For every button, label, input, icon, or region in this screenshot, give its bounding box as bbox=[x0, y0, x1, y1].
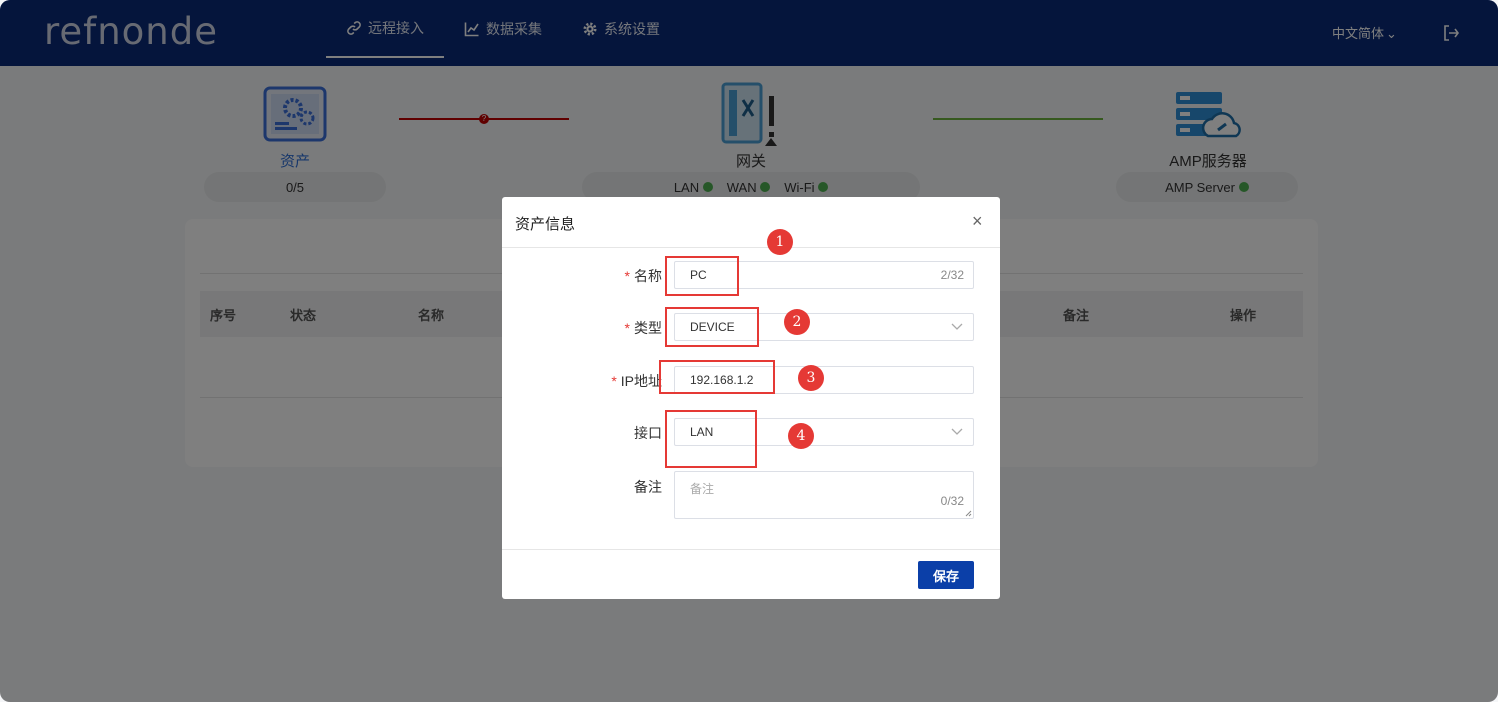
required-mark: * bbox=[611, 373, 617, 389]
note-textarea[interactable]: 备注 0/32 bbox=[674, 471, 974, 519]
chevron-down-icon bbox=[951, 428, 963, 435]
annotation-box-name bbox=[665, 256, 739, 296]
label-text: 名称 bbox=[634, 268, 662, 284]
resize-handle-icon[interactable] bbox=[964, 509, 972, 517]
close-icon[interactable]: × bbox=[972, 211, 983, 232]
char-counter: 0/32 bbox=[940, 494, 964, 508]
label-text: 备注 bbox=[634, 479, 662, 495]
chevron-down-icon bbox=[951, 323, 963, 330]
save-button[interactable]: 保存 bbox=[918, 561, 974, 589]
divider bbox=[502, 247, 1000, 248]
annotation-box-type bbox=[665, 307, 759, 347]
annotation-number: 4 bbox=[788, 423, 814, 449]
label-text: IP地址 bbox=[620, 373, 662, 389]
type-label: * 类型 bbox=[502, 318, 662, 338]
annotation-number: 3 bbox=[798, 365, 824, 391]
required-mark: * bbox=[624, 320, 630, 336]
name-label: * 名称 bbox=[502, 266, 662, 286]
annotation-number: 1 bbox=[767, 229, 793, 255]
iface-label: 接口 bbox=[502, 423, 662, 443]
label-text: 类型 bbox=[634, 320, 662, 336]
ip-label: * IP地址 bbox=[502, 371, 662, 391]
note-placeholder: 备注 bbox=[690, 482, 715, 496]
note-label: 备注 bbox=[502, 477, 662, 497]
dialog-title: 资产信息 bbox=[515, 216, 576, 233]
asset-info-dialog: 资产信息 × * 名称 PC 2/32 * 类型 DEVICE * IP地址 192.1… bbox=[502, 197, 1000, 599]
annotation-box-iface bbox=[665, 410, 757, 468]
label-text: 接口 bbox=[634, 425, 662, 441]
char-counter: 2/32 bbox=[940, 268, 964, 282]
annotation-box-ip bbox=[659, 360, 775, 394]
required-mark: * bbox=[624, 268, 630, 284]
divider bbox=[502, 549, 1000, 550]
annotation-number: 2 bbox=[784, 309, 810, 335]
